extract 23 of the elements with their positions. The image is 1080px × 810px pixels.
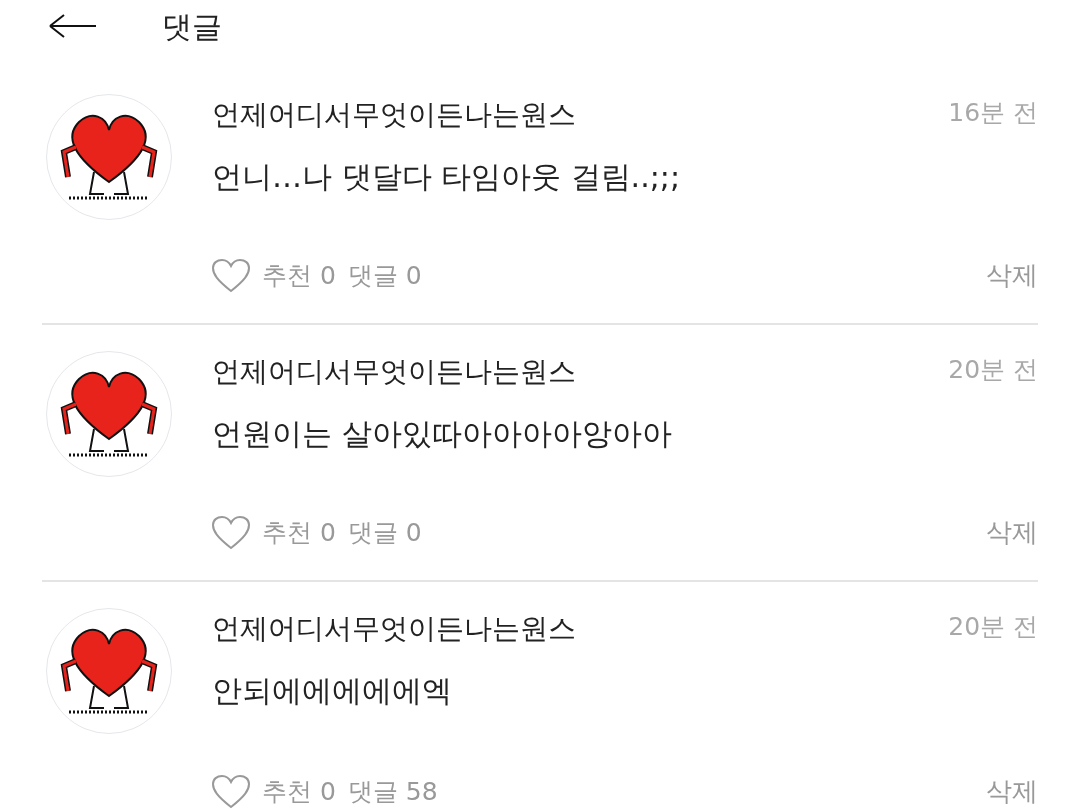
like-count: 추천 0 xyxy=(262,775,336,808)
like-count: 추천 0 xyxy=(262,516,336,549)
author-name: 언제어디서무엇이든나는원스 xyxy=(212,611,576,647)
page-title: 댓글 xyxy=(162,7,222,46)
heart-icon[interactable] xyxy=(212,515,250,550)
comment-text: 안되에에에에에엑 xyxy=(212,672,453,710)
reply-count[interactable]: 댓글 0 xyxy=(347,513,422,552)
like-count: 추천 0 xyxy=(262,259,336,292)
back-icon[interactable] xyxy=(48,14,98,38)
heart-icon[interactable] xyxy=(212,774,250,809)
reply-count[interactable]: 댓글 0 xyxy=(347,256,422,295)
comment-text: 언원이는 살아있따아아아아앙아아 xyxy=(212,415,673,453)
comment-time: 20분 전 xyxy=(948,354,1038,386)
delete-button[interactable]: 삭제 xyxy=(986,256,1038,295)
comment-time: 16분 전 xyxy=(948,97,1038,129)
delete-button[interactable]: 삭제 xyxy=(986,772,1038,810)
author-name: 언제어디서무엇이든나는원스 xyxy=(212,354,576,390)
comment-time: 20분 전 xyxy=(948,611,1038,643)
heart-icon[interactable] xyxy=(212,258,250,293)
comment-text: 언니…나 댓달다 타임아웃 걸림..;;; xyxy=(212,158,681,196)
delete-button[interactable]: 삭제 xyxy=(986,513,1038,552)
author-name: 언제어디서무엇이든나는원스 xyxy=(212,97,576,133)
reply-count[interactable]: 댓글 58 xyxy=(347,772,438,810)
